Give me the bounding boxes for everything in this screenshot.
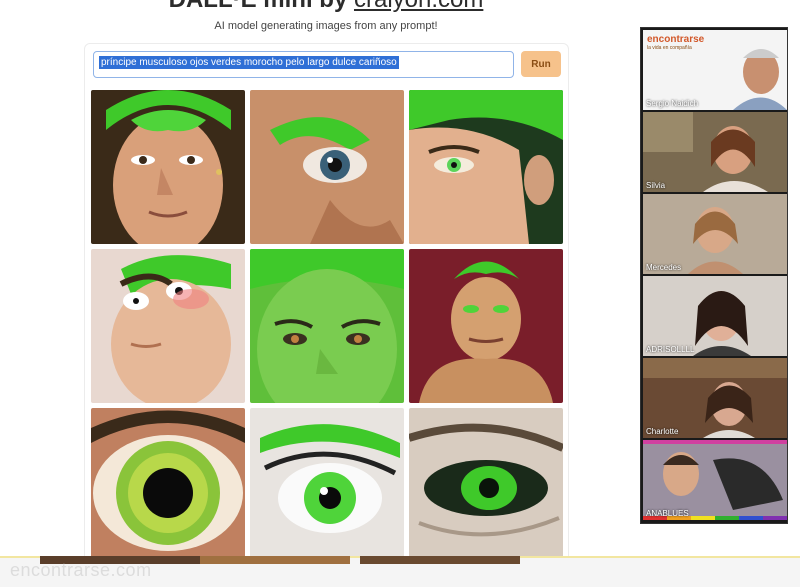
generated-image-9[interactable] [409, 408, 563, 562]
participant-name: Silvia [646, 181, 666, 190]
green-eye-illustration [409, 408, 563, 562]
iris-closeup-illustration [91, 408, 245, 562]
participant-name: ADRISOLLLL [646, 345, 695, 354]
participant-video [733, 49, 787, 110]
participant-tile[interactable]: Silvia [643, 112, 787, 192]
generated-image-6[interactable] [409, 249, 563, 403]
run-button[interactable]: Run [521, 51, 561, 77]
participant-video [643, 276, 787, 356]
muscular-hero-illustration [409, 249, 563, 403]
participant-tile[interactable]: ANABLUES [643, 440, 787, 520]
generated-image-3[interactable] [409, 90, 563, 244]
participant-video [643, 358, 787, 438]
screen: DALL·E mini by craiyon.com AI model gene… [0, 0, 800, 587]
eye-lashes-illustration [250, 408, 404, 562]
video-call-panel: encontrarse la vida en compañía Sergio N… [640, 27, 788, 524]
craiyon-link[interactable]: craiyon.com [354, 0, 483, 13]
face-green-eye-illustration [409, 90, 563, 244]
page-subtitle: AI model generating images from any prom… [214, 20, 438, 32]
generated-image-2[interactable] [250, 90, 404, 244]
prompt-text: príncipe musculoso ojos verdes morocho p… [99, 56, 399, 69]
participant-name: ANABLUES [646, 509, 689, 518]
participant-video [643, 112, 787, 192]
title-prefix: DALL·E mini by [169, 0, 354, 13]
generated-image-1[interactable] [91, 90, 245, 244]
participant-tile[interactable]: Mercedes [643, 194, 787, 274]
participant-tile[interactable]: Charlotte [643, 358, 787, 438]
generated-image-5[interactable] [250, 249, 404, 403]
participant-tile[interactable]: ADRISOLLLL [643, 276, 787, 356]
face-green-hair-illustration [91, 90, 245, 244]
prompt-input[interactable]: príncipe musculoso ojos verdes morocho p… [93, 51, 514, 78]
participant-video [643, 440, 787, 520]
green-face-illustration [250, 249, 404, 403]
generated-image-7[interactable] [91, 408, 245, 562]
participant-tile[interactable]: encontrarse la vida en compañía Sergio N… [643, 30, 787, 110]
next-image-strip [360, 556, 520, 564]
participant-name: Mercedes [646, 263, 682, 272]
participant-name: Sergio Naidich [646, 99, 699, 108]
next-image-strip [200, 556, 350, 564]
generated-image-4[interactable] [91, 249, 245, 403]
generated-image-8[interactable] [250, 408, 404, 562]
eye-closeup-illustration [250, 90, 404, 244]
watermark: encontrarse.com [10, 560, 152, 580]
participant-video [643, 194, 787, 274]
page-title: DALL·E mini by craiyon.com [0, 0, 652, 14]
cartoon-face-illustration [91, 249, 245, 403]
participant-name: Charlotte [646, 427, 679, 436]
